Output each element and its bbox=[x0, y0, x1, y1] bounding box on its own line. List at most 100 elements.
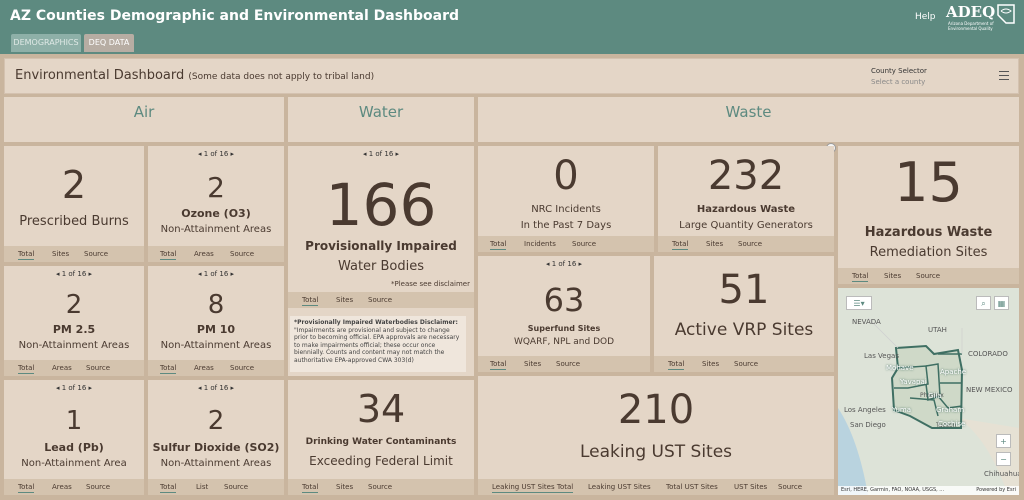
attribution-text: Esri, HERE, Garmin, FAO, NOAA, USGS, ... bbox=[841, 487, 945, 493]
tab-source[interactable]: Source bbox=[84, 250, 108, 258]
tab-sites[interactable]: Sites bbox=[524, 360, 541, 368]
basemap-icon[interactable]: ▦ bbox=[994, 296, 1009, 310]
tab-source[interactable]: Source bbox=[368, 296, 392, 304]
ozone-pager[interactable]: ◂ 1 of 16 ▸ bbox=[148, 150, 284, 158]
pm10-pager[interactable]: ◂ 1 of 16 ▸ bbox=[148, 270, 284, 278]
zoom-out-button[interactable]: − bbox=[996, 452, 1011, 466]
tab-total[interactable]: Total bbox=[490, 360, 507, 370]
tab-total[interactable]: Total bbox=[852, 272, 869, 282]
tab-total[interactable]: Total bbox=[672, 240, 689, 250]
tab-demographics[interactable]: DEMOGRAPHICS bbox=[11, 34, 81, 52]
tab-source[interactable]: Source bbox=[230, 250, 254, 258]
tab-source[interactable]: Source bbox=[572, 240, 596, 248]
tab-list[interactable]: List bbox=[196, 483, 208, 491]
pm25-pager[interactable]: ◂ 1 of 16 ▸ bbox=[4, 270, 144, 278]
impaired-tabs: Total Sites Source bbox=[288, 292, 474, 308]
tab-total[interactable]: Total bbox=[668, 360, 685, 370]
tab-source[interactable]: Source bbox=[86, 364, 110, 372]
ozone-value: 2 bbox=[207, 171, 225, 204]
powered-by-esri: Powered by Esri bbox=[976, 487, 1016, 493]
county-mohave[interactable]: Mohave bbox=[886, 364, 914, 372]
tab-ust[interactable]: UST Sites bbox=[734, 483, 767, 491]
tab-total-ust[interactable]: Total UST Sites bbox=[666, 483, 718, 491]
tab-total[interactable]: Total bbox=[302, 296, 319, 306]
tab-source[interactable]: Source bbox=[86, 483, 110, 491]
tab-incidents[interactable]: Incidents bbox=[524, 240, 556, 248]
tab-total[interactable]: Total bbox=[18, 483, 35, 493]
label-chihuahua: Chihuahua bbox=[984, 470, 1019, 478]
tab-source[interactable]: Source bbox=[734, 360, 758, 368]
tab-areas[interactable]: Areas bbox=[194, 250, 214, 258]
waste-title: Waste bbox=[725, 103, 772, 121]
drinking-sublabel: Exceeding Federal Limit bbox=[309, 454, 453, 468]
tab-sites[interactable]: Sites bbox=[52, 250, 69, 258]
tab-ust-total[interactable]: Leaking UST Sites Total bbox=[492, 483, 574, 493]
tab-areas[interactable]: Areas bbox=[194, 364, 214, 372]
tab-total[interactable]: Total bbox=[160, 364, 177, 374]
card-ozone: ◂ 1 of 16 ▸ 2 Ozone (O3) Non-Attainment … bbox=[148, 146, 284, 262]
tab-sites[interactable]: Sites bbox=[336, 296, 353, 304]
pm25-pager-text: 1 of 16 bbox=[61, 270, 87, 278]
tab-deq-data[interactable]: DEQ DATA bbox=[84, 34, 134, 52]
impaired-pager[interactable]: ◂ 1 of 16 ▸ bbox=[288, 150, 474, 158]
logo-icon bbox=[997, 4, 1015, 24]
impaired-label: Provisionally Impaired bbox=[305, 239, 457, 253]
county-yuma[interactable]: Yuma bbox=[892, 406, 911, 414]
tab-sites[interactable]: Sites bbox=[702, 360, 719, 368]
menu-icon[interactable] bbox=[999, 71, 1009, 80]
superfund-pager[interactable]: ◂ 1 of 16 ▸ bbox=[478, 260, 650, 268]
impaired-note: *Please see disclaimer bbox=[391, 280, 470, 288]
zoom-in-button[interactable]: + bbox=[996, 434, 1011, 448]
lead-label: Lead (Pb) bbox=[44, 441, 104, 454]
so2-pager[interactable]: ◂ 1 of 16 ▸ bbox=[148, 384, 284, 392]
drinking-tabs: Total Sites Source bbox=[288, 479, 474, 495]
tab-total[interactable]: Total bbox=[160, 250, 177, 260]
tab-total[interactable]: Total bbox=[18, 364, 35, 374]
tab-ust-sites[interactable]: Leaking UST Sites bbox=[588, 483, 651, 491]
nrc-tabs: Total Incidents Source bbox=[478, 236, 654, 252]
tab-source[interactable]: Source bbox=[738, 240, 762, 248]
label-las-vegas: Las Vegas bbox=[864, 352, 899, 360]
county-yavapai[interactable]: Yavapai bbox=[900, 378, 927, 386]
tab-source[interactable]: Source bbox=[916, 272, 940, 280]
tab-source[interactable]: Source bbox=[778, 483, 802, 491]
ust-tabs: Leaking UST Sites Total Leaking UST Site… bbox=[478, 479, 834, 495]
ozone-sublabel: Non-Attainment Areas bbox=[160, 224, 272, 235]
tab-total[interactable]: Total bbox=[490, 240, 507, 250]
tab-total[interactable]: Total bbox=[160, 483, 177, 493]
card-lead: ◂ 1 of 16 ▸ 1 Lead (Pb) Non-Attainment A… bbox=[4, 380, 144, 495]
so2-tabs: Total List Source bbox=[148, 479, 284, 495]
tab-areas[interactable]: Areas bbox=[52, 483, 72, 491]
ust-label: Leaking UST Sites bbox=[579, 442, 733, 462]
county-cochise[interactable]: Cochise bbox=[938, 420, 965, 428]
tab-sites[interactable]: Sites bbox=[706, 240, 723, 248]
tab-areas[interactable]: Areas bbox=[52, 364, 72, 372]
tab-sites[interactable]: Sites bbox=[884, 272, 901, 280]
app-header: AZ Counties Demographic and Environmenta… bbox=[0, 0, 1024, 54]
tab-sites[interactable]: Sites bbox=[336, 483, 353, 491]
county-apache[interactable]: Apache bbox=[940, 368, 966, 376]
impaired-value: 166 bbox=[325, 171, 437, 239]
county-selector[interactable]: Select a county bbox=[871, 78, 925, 86]
tab-source[interactable]: Source bbox=[368, 483, 392, 491]
burns-tabs: Total Sites Source bbox=[4, 246, 144, 262]
lead-pager[interactable]: ◂ 1 of 16 ▸ bbox=[4, 384, 144, 392]
tab-source[interactable]: Source bbox=[230, 364, 254, 372]
county-map[interactable]: ☰▾ ⌕ ▦ + − NEVADA UTAH COLORADO Las Vega… bbox=[838, 288, 1019, 495]
tab-source[interactable]: Source bbox=[556, 360, 580, 368]
county-gila[interactable]: Gila bbox=[928, 392, 942, 400]
label-new-mexico: NEW MEXICO bbox=[966, 386, 1013, 394]
dashboard-note: (Some data does not apply to tribal land… bbox=[188, 72, 375, 82]
ust-value: 210 bbox=[617, 387, 695, 433]
tab-total[interactable]: Total bbox=[18, 250, 35, 260]
label-colorado: COLORADO bbox=[968, 350, 1008, 358]
help-link[interactable]: Help bbox=[915, 12, 936, 22]
dashboard-title-text: Environmental Dashboard bbox=[15, 68, 185, 83]
tab-total[interactable]: Total bbox=[302, 483, 319, 493]
disclaimer-box: *Provisionally Impaired Waterbodies Disc… bbox=[290, 316, 466, 372]
layer-list-button[interactable]: ☰▾ bbox=[846, 296, 872, 310]
search-icon[interactable]: ⌕ bbox=[976, 296, 991, 310]
card-superfund: ◂ 1 of 16 ▸ 63 Superfund Sites WQARF, NP… bbox=[478, 256, 650, 372]
tab-source[interactable]: Source bbox=[224, 483, 248, 491]
county-graham[interactable]: Graham bbox=[936, 406, 964, 414]
